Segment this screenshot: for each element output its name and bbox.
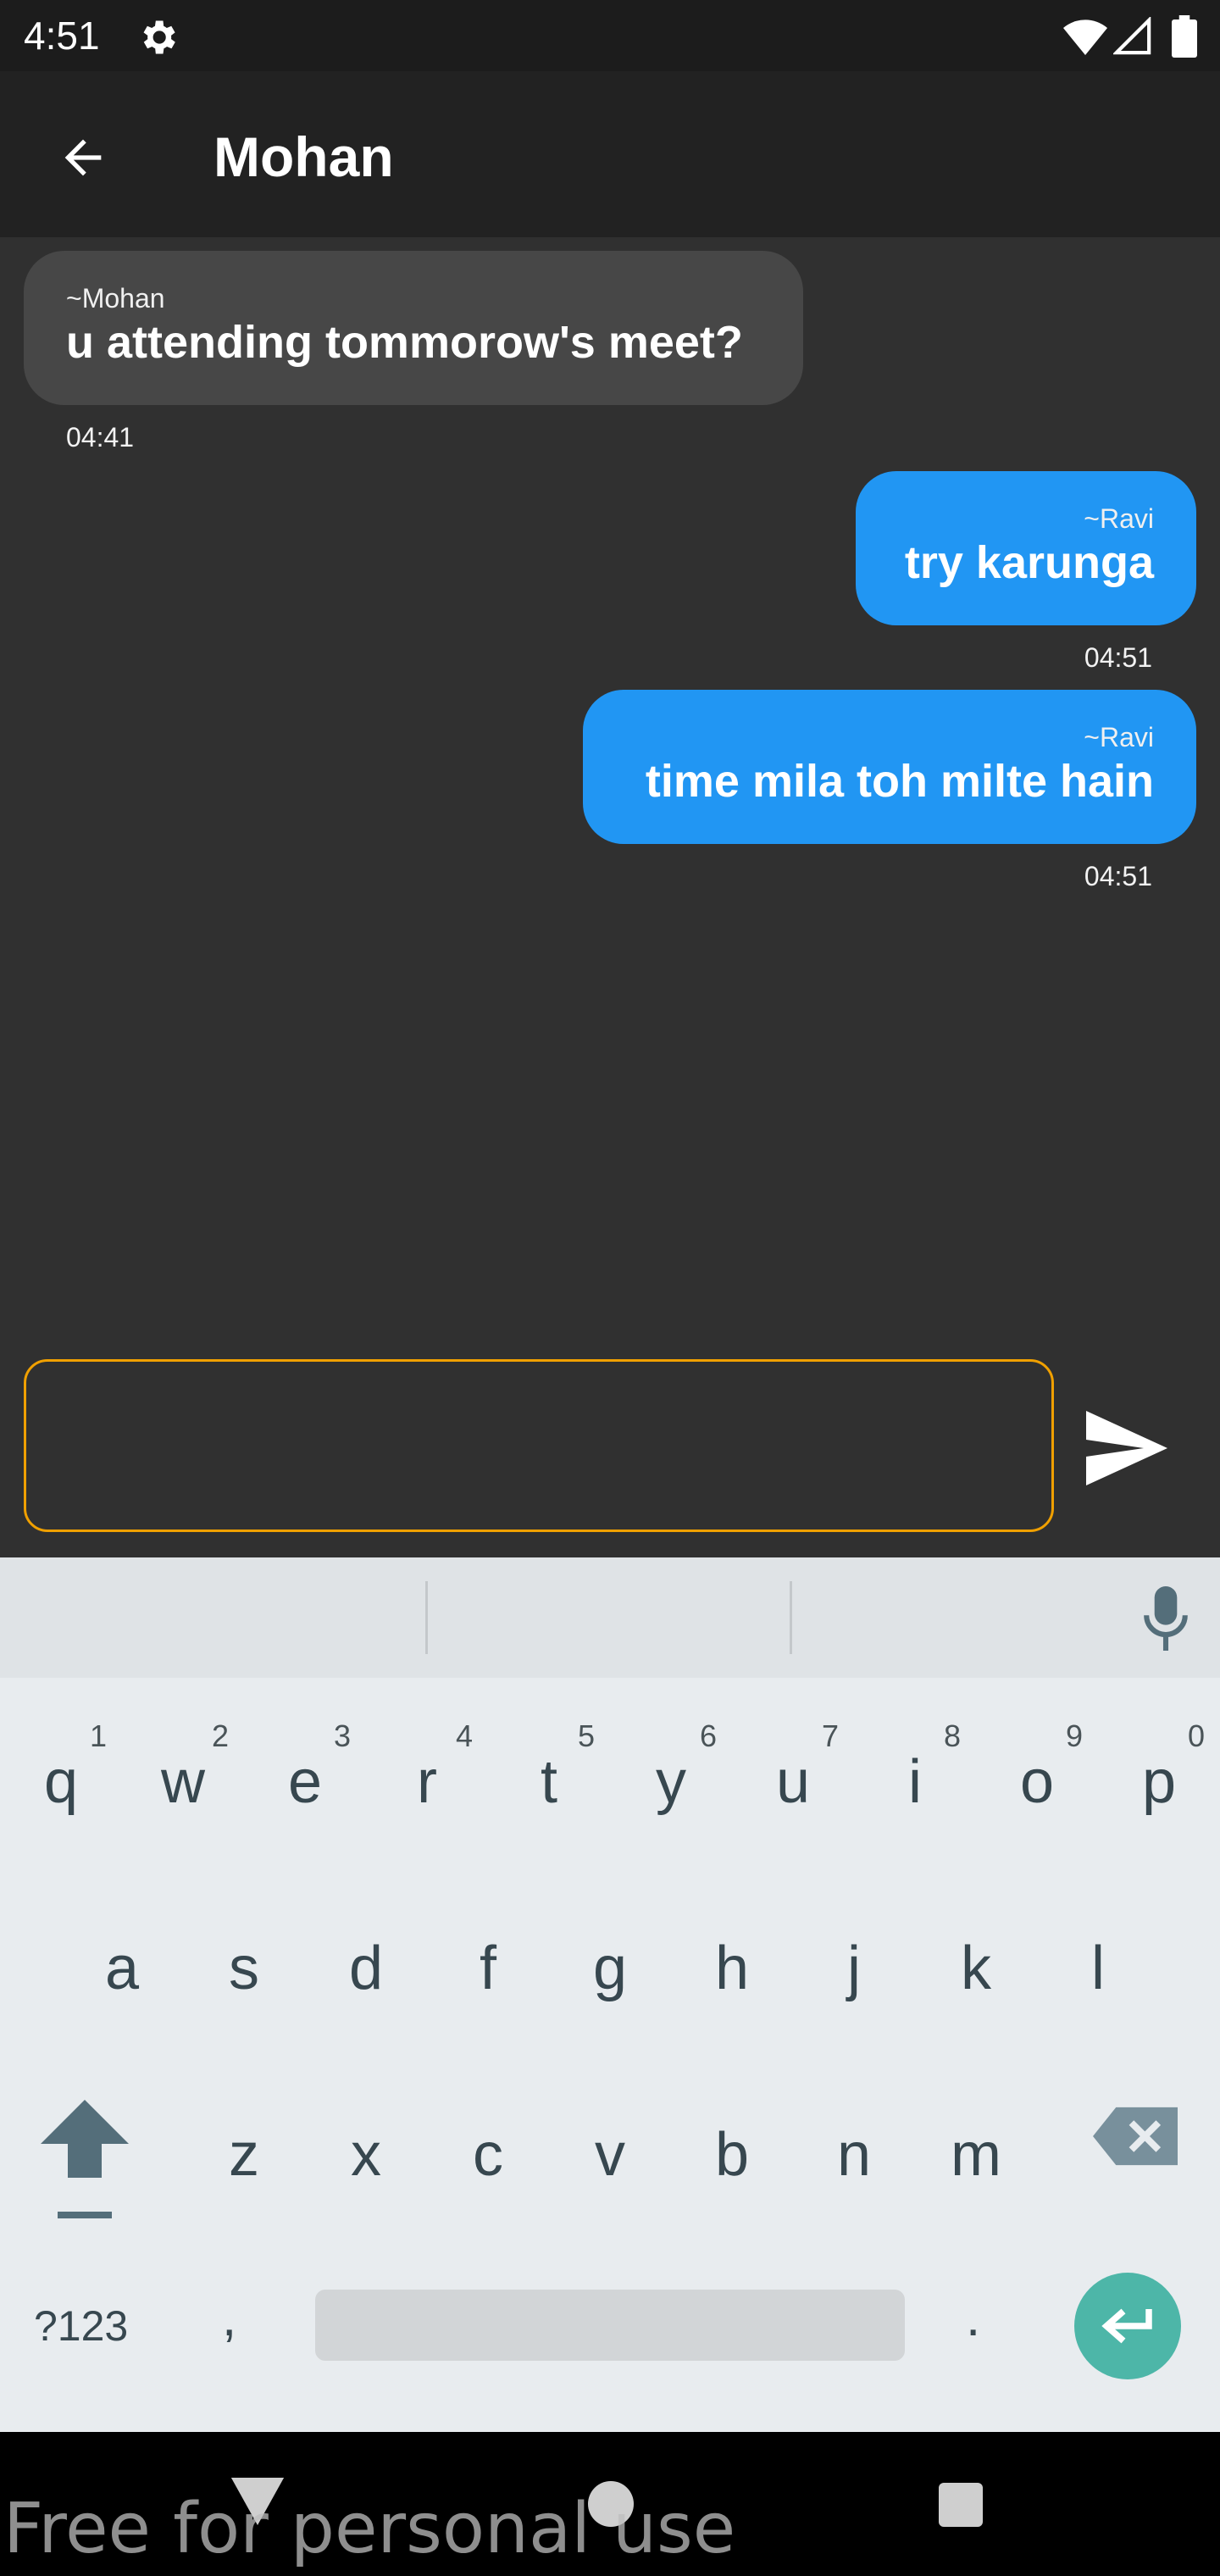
key-h[interactable]: h (671, 1890, 793, 2059)
key-char: w (161, 1748, 205, 1816)
key-s[interactable]: s (183, 1890, 305, 2059)
key-char: b (714, 2121, 750, 2189)
message-text: try karunga (904, 537, 1154, 588)
message-sender: ~Ravi (1084, 722, 1154, 752)
key-char: e (287, 1748, 323, 1816)
suggestion-bar (0, 1557, 1220, 1678)
key-char: j (847, 1935, 861, 2002)
message-bubble-outgoing[interactable]: ~Ravi try karunga (856, 471, 1196, 625)
key-char: a (104, 1935, 140, 2002)
key-char: q (43, 1748, 79, 1816)
key-b[interactable]: b (671, 2076, 793, 2246)
suggestion-divider (790, 1581, 792, 1654)
message-sender: ~Mohan (66, 283, 165, 314)
key-z[interactable]: z (183, 2076, 305, 2246)
message-bubble-incoming[interactable]: ~Mohan u attending tommorow's meet? (24, 251, 803, 405)
watermark: Free for personal use (3, 2489, 736, 2569)
key-l[interactable]: l (1037, 1890, 1159, 2059)
key-r[interactable]: 4r (366, 1703, 488, 1873)
key-q[interactable]: 1q (0, 1703, 122, 1873)
key-char: l (1091, 1935, 1105, 2002)
status-bar (0, 0, 1220, 71)
key-n[interactable]: n (793, 2076, 915, 2246)
key-v[interactable]: v (549, 2076, 671, 2246)
key-char: v (595, 2121, 625, 2189)
key-char: h (714, 1935, 750, 2002)
key-char: s (229, 1935, 259, 2002)
key-x[interactable]: x (305, 2076, 427, 2246)
comma-key[interactable]: , (222, 2288, 236, 2348)
key-p[interactable]: 0p (1098, 1703, 1220, 1873)
message-time: 04:51 (1084, 642, 1152, 673)
key-char: k (961, 1935, 991, 2002)
key-a[interactable]: a (61, 1890, 183, 2059)
key-char: c (473, 2121, 503, 2189)
key-k[interactable]: k (915, 1890, 1037, 2059)
symbols-key[interactable]: ?123 (34, 2296, 128, 2356)
suggestion-divider (425, 1581, 428, 1654)
message-sender: ~Ravi (1084, 503, 1154, 534)
key-char: x (351, 2121, 381, 2189)
key-char: o (1019, 1748, 1055, 1816)
key-char: m (951, 2121, 1001, 2189)
key-char: p (1141, 1748, 1177, 1816)
message-time: 04:51 (1084, 861, 1152, 891)
battery-icon (1172, 15, 1197, 58)
space-key[interactable] (315, 2290, 905, 2361)
key-char: d (348, 1935, 384, 2002)
key-c[interactable]: c (427, 2076, 549, 2246)
message-time: 04:41 (66, 422, 135, 452)
backspace-icon (1093, 2107, 1178, 2166)
enter-key[interactable] (1074, 2273, 1181, 2379)
key-char: f (479, 1935, 496, 2002)
wifi-icon (1063, 19, 1107, 55)
key-e[interactable]: 3e (244, 1703, 366, 1873)
shift-icon (41, 2100, 129, 2178)
shift-key[interactable] (34, 2093, 136, 2229)
send-button[interactable] (1086, 1410, 1167, 1486)
status-time: 4:51 (24, 14, 100, 58)
back-button[interactable] (42, 117, 124, 198)
app-bar (0, 71, 1220, 237)
key-w[interactable]: 2w (122, 1703, 244, 1873)
key-char: g (592, 1935, 628, 2002)
period-key[interactable]: . (966, 2288, 980, 2348)
backspace-key[interactable] (1093, 2107, 1178, 2166)
signal-icon (1113, 17, 1151, 55)
key-i[interactable]: 8i (854, 1703, 976, 1873)
key-char: n (836, 2121, 872, 2189)
key-char: y (656, 1748, 686, 1816)
enter-icon (1101, 2308, 1152, 2344)
gear-icon (143, 20, 175, 54)
key-m[interactable]: m (915, 2076, 1037, 2246)
key-u[interactable]: 7u (732, 1703, 854, 1873)
key-f[interactable]: f (427, 1890, 549, 2059)
message-text: u attending tommorow's meet? (66, 317, 743, 368)
key-char: z (229, 2121, 259, 2189)
key-g[interactable]: g (549, 1890, 671, 2059)
key-char: i (908, 1748, 922, 1816)
send-icon (1086, 1411, 1167, 1485)
nav-recents-icon[interactable] (939, 2483, 983, 2527)
key-y[interactable]: 6y (610, 1703, 732, 1873)
key-char: u (775, 1748, 811, 1816)
key-d[interactable]: d (305, 1890, 427, 2059)
key-char: r (417, 1748, 437, 1816)
message-bubble-outgoing[interactable]: ~Ravi time mila toh milte hain (583, 690, 1196, 844)
key-t[interactable]: 5t (488, 1703, 610, 1873)
arrow-left-icon (64, 139, 102, 176)
chat-title: Mohan (214, 125, 394, 188)
key-j[interactable]: j (793, 1890, 915, 2059)
key-char: t (540, 1748, 557, 1816)
key-o[interactable]: 9o (976, 1703, 1098, 1873)
mic-icon[interactable] (1142, 1586, 1190, 1651)
message-input[interactable] (24, 1359, 1054, 1532)
message-text: time mila toh milte hain (645, 756, 1154, 807)
